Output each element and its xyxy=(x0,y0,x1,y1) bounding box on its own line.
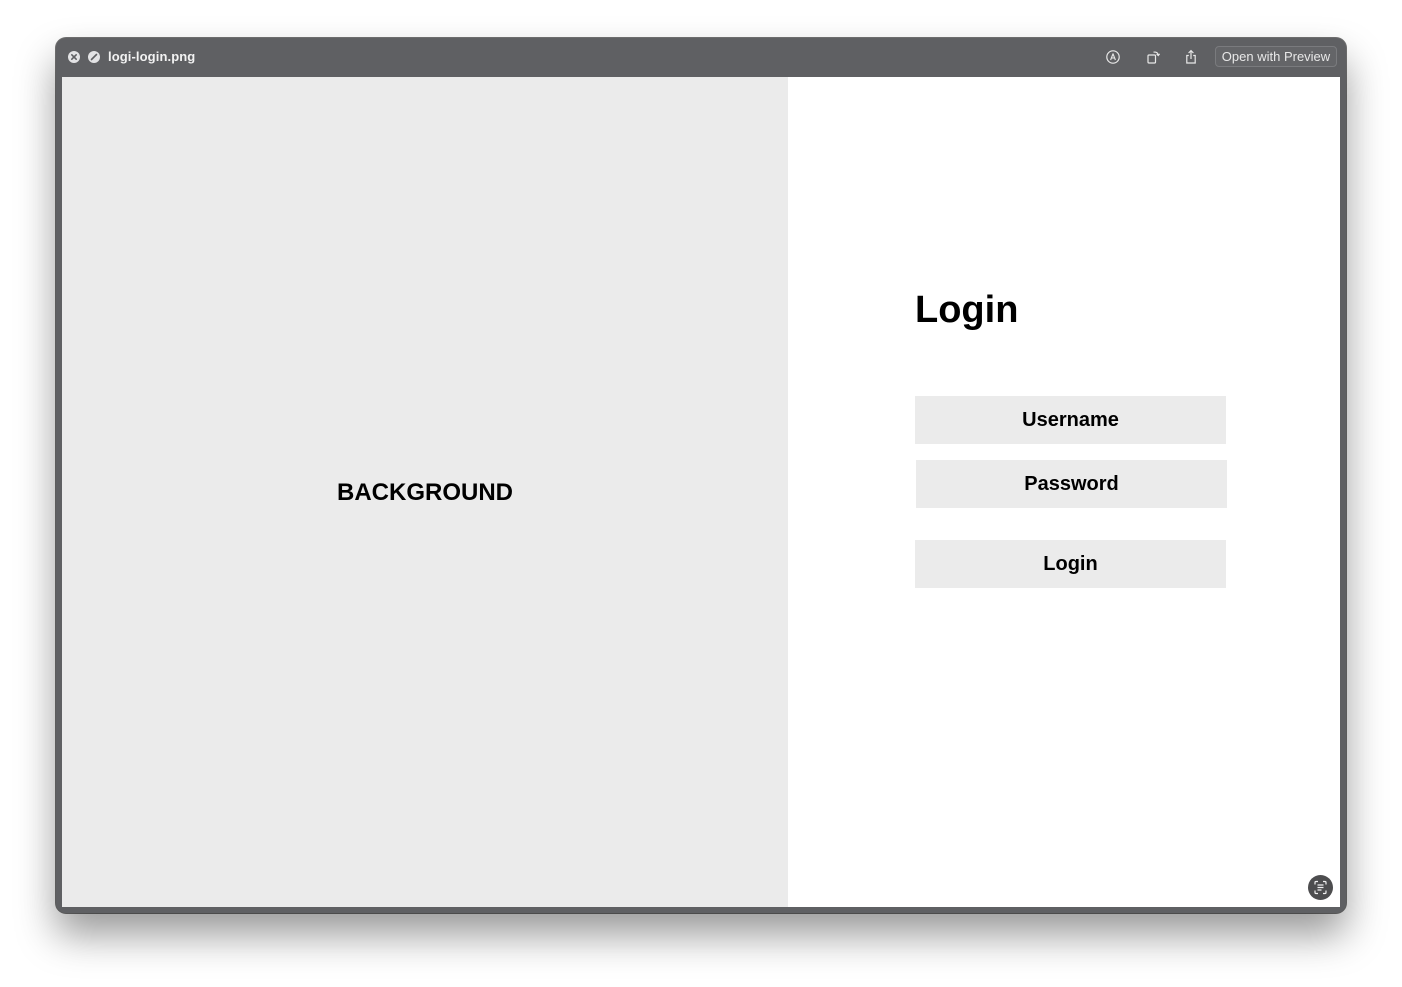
password-field: Password xyxy=(916,460,1227,508)
background-panel: BACKGROUND xyxy=(62,77,788,907)
background-label: BACKGROUND xyxy=(337,479,513,506)
open-with-preview-button[interactable]: Open with Preview xyxy=(1215,46,1337,67)
share-icon[interactable] xyxy=(1182,48,1200,66)
username-field: Username xyxy=(915,396,1226,444)
image-preview: BACKGROUND Login Username Password Login xyxy=(62,77,1340,907)
login-heading: Login xyxy=(915,289,1019,331)
login-button: Login xyxy=(915,540,1226,588)
live-text-icon[interactable] xyxy=(1308,875,1333,900)
quicklook-window: logi-login.png Open with Preview BACKGRO… xyxy=(56,38,1346,913)
markup-icon[interactable] xyxy=(1104,48,1122,66)
close-icon[interactable] xyxy=(68,51,80,63)
window-title: logi-login.png xyxy=(108,49,196,64)
fullscreen-icon[interactable] xyxy=(88,51,100,63)
rotate-icon[interactable] xyxy=(1144,48,1162,66)
title-bar: logi-login.png Open with Preview xyxy=(56,38,1346,76)
